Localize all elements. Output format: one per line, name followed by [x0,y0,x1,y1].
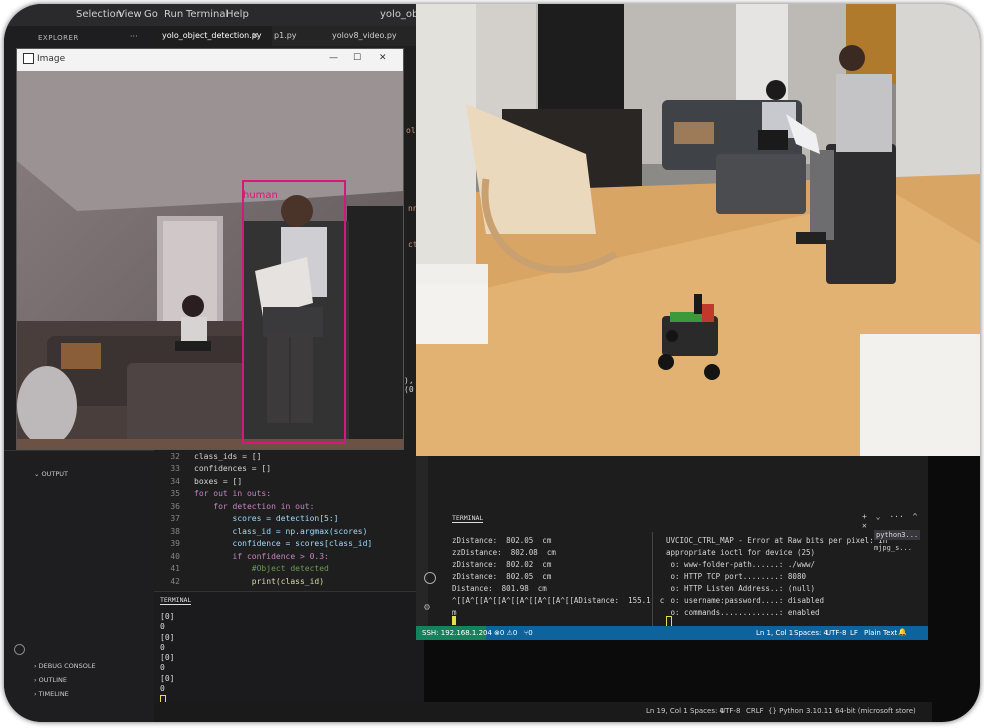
menu-run[interactable]: Run [164,9,183,20]
editor-tabs: yolo_object_detection.py ✕ p1.py yolov8_… [154,26,424,46]
account-icon[interactable] [424,572,436,584]
cursor-position[interactable]: Ln 19, Col 1 [646,707,688,715]
image-window-titlebar: Image — ☐ ✕ [17,49,403,71]
code-line: scores = detection[5:] [194,514,339,523]
more-icon: ··· [889,512,904,521]
tab-yolov8-video[interactable]: yolov8_video.py [324,26,422,46]
account-icon[interactable] [14,644,25,655]
terminal-line: o: www-folder-path......: ./www/ [666,560,816,569]
screen-frame: Selection View Go Run Terminal Help yolo… [4,4,980,722]
left-terminal-output: [0] 0 [0] 0 [0] 0 [0] 0 [160,612,174,707]
terminal-line: o: HTTP TCP port........: 8080 [666,572,806,581]
encoding[interactable]: UTF-8 [826,629,846,637]
terminal-line: zDistance: 802.05 cm [452,536,552,545]
line-number: 39 [170,539,180,548]
terminal-line: appropriate ioctl for device (25) [666,548,816,557]
living-room-robot-image [416,4,980,456]
right-status-bar: SSH: 192.168.1.204 ⊗0 ⚠0 ⑂0 Ln 1, Col 1 … [416,626,928,640]
code-line: class_ids = [] [194,452,262,461]
remote-ssh-indicator[interactable]: SSH: 192.168.1.204 [422,629,492,637]
close-icon[interactable]: ✕ [379,53,387,63]
bottom-status-bar: Ln 19, Col 1 Spaces: 4 UTF-8 CRLF {} Pyt… [154,702,932,722]
line-number: 37 [170,514,180,523]
encoding[interactable]: UTF-8 [720,707,740,715]
line-number: 36 [170,502,180,511]
code-line: boxes = [] [194,477,243,486]
menu-help[interactable]: Help [226,9,249,20]
code-line: for out in outs: [194,489,272,498]
menu-terminal[interactable]: Terminal [186,9,228,20]
detection-label: human [243,190,278,201]
line-number: 38 [170,527,180,536]
tab-yolo-object-detection[interactable]: yolo_object_detection.py ✕ [154,26,272,46]
minimize-icon[interactable]: — [329,53,338,63]
line-ending[interactable]: CRLF [746,707,764,715]
terminal-session-mjpg[interactable]: mjpg_s... [874,544,912,552]
maximize-panel-icon: ^ [912,512,918,521]
indentation[interactable]: Spaces: 4 [794,629,828,637]
terminal-tab[interactable]: TERMINAL [160,596,192,605]
code-line: print(class_id) [194,577,325,586]
new-terminal-icon: + [862,512,867,521]
explorer-more-icon[interactable]: ··· [130,32,138,41]
terminal-line: zDistance: 802.05 cm [452,572,552,581]
menu-bar: Selection View Go Run Terminal Help yolo… [4,4,437,26]
line-number: 32 [170,452,180,461]
image-app-icon [23,53,34,64]
bell-icon[interactable]: 🔔 [898,628,907,636]
menu-view[interactable]: View [118,9,142,20]
code-line: confidences = [] [194,464,272,473]
line-number: 40 [170,552,180,561]
line-ending[interactable]: LF [850,629,858,637]
menu-go[interactable]: Go [144,9,158,20]
language-mode[interactable]: Plain Text [864,629,897,637]
robot-room-photo [416,4,980,456]
outline-header[interactable]: › OUTLINE [34,676,67,684]
explorer-header: EXPLORER [38,34,79,42]
code-line: #Object detected [194,564,329,573]
output-panel-header[interactable]: ⌄ OUTPUT [34,470,68,478]
terminal-tab[interactable]: TERMINAL [452,514,484,523]
terminal-line: o: username:password....: disabled [666,596,825,605]
tab-p1[interactable]: p1.py [266,26,324,46]
line-number: 34 [170,477,180,486]
gear-icon[interactable]: ⚙ [424,602,430,613]
terminal-line: UVCIOC_CTRL_MAP - Error at Raw bits per … [666,536,888,545]
timeline-header[interactable]: › TIMELINE [34,690,69,698]
terminal-cursor [452,616,456,625]
image-window-title: Image [37,54,66,64]
code-line: class_id = np.argmax(scores) [194,527,368,536]
room-scene-image: human [17,71,403,449]
line-number: 33 [170,464,180,473]
indentation[interactable]: Spaces: 4 [690,707,724,715]
menu-selection[interactable]: Selection [76,9,122,20]
line-number: 35 [170,489,180,498]
maximize-icon[interactable]: ☐ [353,53,361,63]
problems-indicator[interactable]: ⊗0 ⚠0 [494,629,517,637]
terminal-line: o: HTTP Listen Address..: (null) [666,584,816,593]
terminal-line: Distance: 801.98 cm [452,584,547,593]
chevron-down-icon: ⌄ [875,512,881,521]
code-line: for detection in out: [194,502,315,511]
python-interpreter[interactable]: 3.10.11 64-bit (microsoft store) [806,707,916,715]
language-mode[interactable]: {} Python [768,707,803,715]
debug-console-header[interactable]: › DEBUG CONSOLE [34,662,96,670]
code-line: if confidence > 0.3: [194,552,329,561]
terminal-session-python3[interactable]: python3... [874,530,921,540]
terminal-line: ^[[A^[[A^[[A^[[A^[[A^[[A^[[ADistance: 15… [452,596,665,605]
line-number: 42 [170,577,180,586]
close-panel-icon: ✕ [862,521,867,530]
ports-indicator[interactable]: ⑂0 [524,629,533,637]
image-window[interactable]: Image — ☐ ✕ human [16,48,404,450]
terminal-line: zDistance: 802.02 cm [452,560,552,569]
terminal-toolbar[interactable]: + ⌄ ··· ^ ✕ [862,512,928,530]
camera-frame: human [17,71,403,449]
line-number: 41 [170,564,180,573]
code-line: confidence = scores[class_id] [194,539,373,548]
terminal-line: zzDistance: 802.08 cm [452,548,556,557]
cursor-position[interactable]: Ln 1, Col 1 [756,629,793,637]
tab-close-icon[interactable]: ✕ [252,26,259,46]
terminal-line: o: commands.............: enabled [666,608,820,617]
right-terminal-panel[interactable]: TERMINAL + ⌄ ··· ^ ✕ zDistance: 802.05 c… [416,456,928,627]
